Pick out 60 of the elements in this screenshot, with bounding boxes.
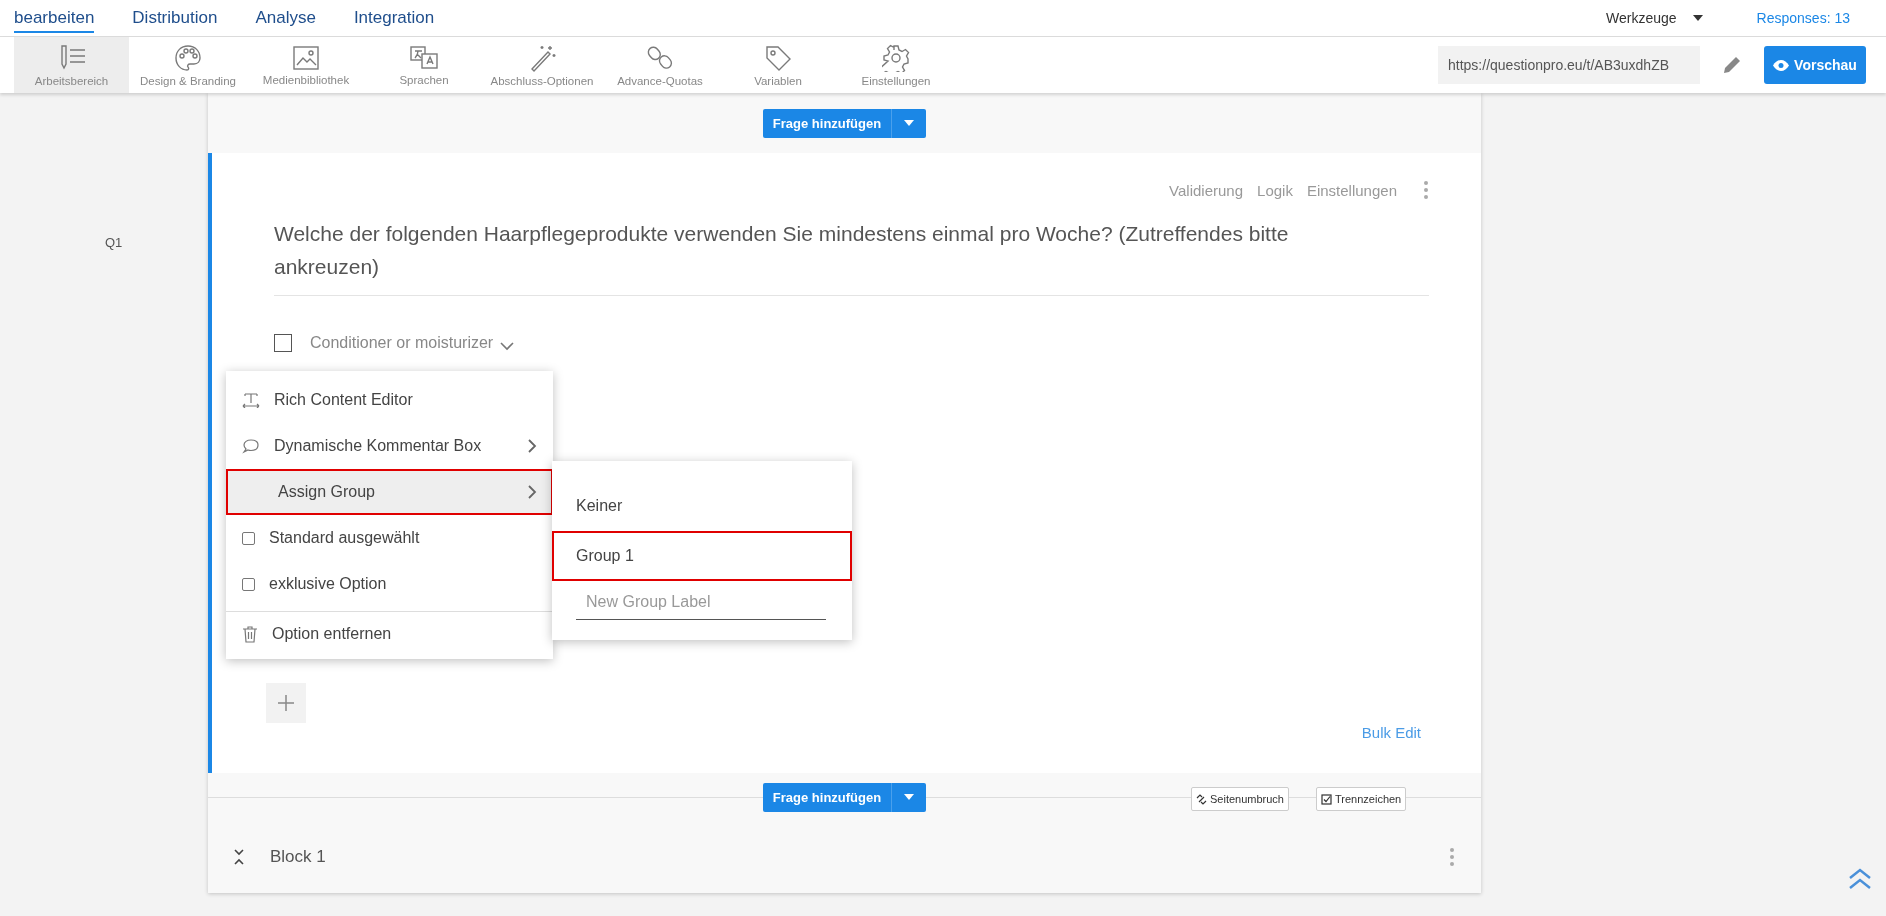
checkbox[interactable] [242, 577, 255, 591]
chevron-right-icon [527, 484, 537, 500]
toolbar-item[interactable]: Arbeitsbereich [14, 37, 129, 93]
palette-icon [174, 43, 202, 72]
add-question-button[interactable]: Frage hinzufügen [762, 108, 927, 138]
translate-icon [409, 44, 439, 71]
toolbar-item[interactable]: Einstellungen [837, 37, 955, 93]
page-break-button[interactable]: Seitenumbruch [1191, 787, 1289, 811]
separator-button[interactable]: Trennzeichen [1316, 787, 1407, 811]
text-format-icon [242, 392, 260, 408]
checkbox-icon [1321, 793, 1332, 805]
tools-menu[interactable]: Werkzeuge [1606, 10, 1677, 26]
chevron-down-icon[interactable] [499, 341, 516, 351]
speech-bubble-icon [242, 438, 260, 454]
toolbar-item[interactable]: Medienbibliothek [247, 37, 365, 93]
bulk-edit-link[interactable]: Bulk Edit [1355, 723, 1427, 742]
toolbar-item[interactable]: Advance-Quotas [601, 37, 719, 93]
block-title: Block 1 [270, 847, 327, 867]
menu-item[interactable]: Option entfernen [226, 611, 553, 655]
preview-button[interactable]: Vorschau [1764, 46, 1866, 84]
scroll-up-icon[interactable] [1848, 868, 1872, 890]
menu-item[interactable]: Rich Content Editor [226, 377, 553, 423]
unlink-icon [1196, 793, 1207, 805]
caret-down-icon [903, 119, 916, 127]
nav-tab[interactable]: Distribution [132, 3, 218, 33]
chevron-right-icon [527, 438, 537, 454]
checkbox[interactable] [274, 334, 292, 352]
caret-down-icon [903, 793, 916, 801]
eye-icon [1773, 59, 1790, 71]
tag-icon [764, 43, 792, 72]
caret-down-icon [1692, 15, 1703, 21]
trash-icon [242, 624, 258, 643]
question-action[interactable]: Einstellungen [1306, 181, 1397, 199]
menu-item[interactable]: Group 1 [552, 531, 852, 581]
question-text: Welche der folgenden Haarpflegeprodukte verwenden Sie mindestens einmal pro Woche? (Zutreffendes bitte ankreuzen) [274, 217, 1429, 296]
menu-item[interactable]: Keiner [552, 481, 852, 531]
url-field[interactable]: https://questionpro.eu/t/AB3uxdhZB [1438, 46, 1700, 84]
collapse-icon[interactable] [234, 849, 244, 865]
option-label[interactable]: Conditioner or moisturizer [310, 334, 494, 352]
question-number: Q1 [105, 235, 123, 250]
plus-icon [278, 695, 294, 711]
pencil-icon[interactable] [1722, 55, 1742, 75]
more-icon[interactable] [1423, 180, 1429, 200]
toolbar-item[interactable]: Variablen [719, 37, 837, 93]
image-icon [292, 44, 320, 71]
question-action[interactable]: Validierung [1169, 181, 1244, 199]
responses-link[interactable]: Responses: 13 [1756, 10, 1850, 26]
add-question-button[interactable]: Frage hinzufügen [762, 782, 927, 812]
add-option-button[interactable] [266, 683, 306, 723]
nav-tab[interactable]: bearbeiten [14, 3, 95, 33]
toolbar-item[interactable]: Sprachen [365, 37, 483, 93]
nav-tab[interactable]: Integration [353, 3, 435, 33]
checkbox[interactable] [242, 531, 255, 545]
magic-wand-icon [528, 43, 556, 72]
nav-tab[interactable]: Analyse [255, 3, 316, 33]
menu-item[interactable]: Dynamische Kommentar Box [226, 423, 553, 469]
menu-item[interactable]: Assign Group [226, 469, 553, 515]
question-action[interactable]: Logik [1257, 181, 1293, 199]
toolbar-item[interactable]: Design & Branding [129, 37, 247, 93]
toolbar-item[interactable]: Abschluss-Optionen [483, 37, 601, 93]
